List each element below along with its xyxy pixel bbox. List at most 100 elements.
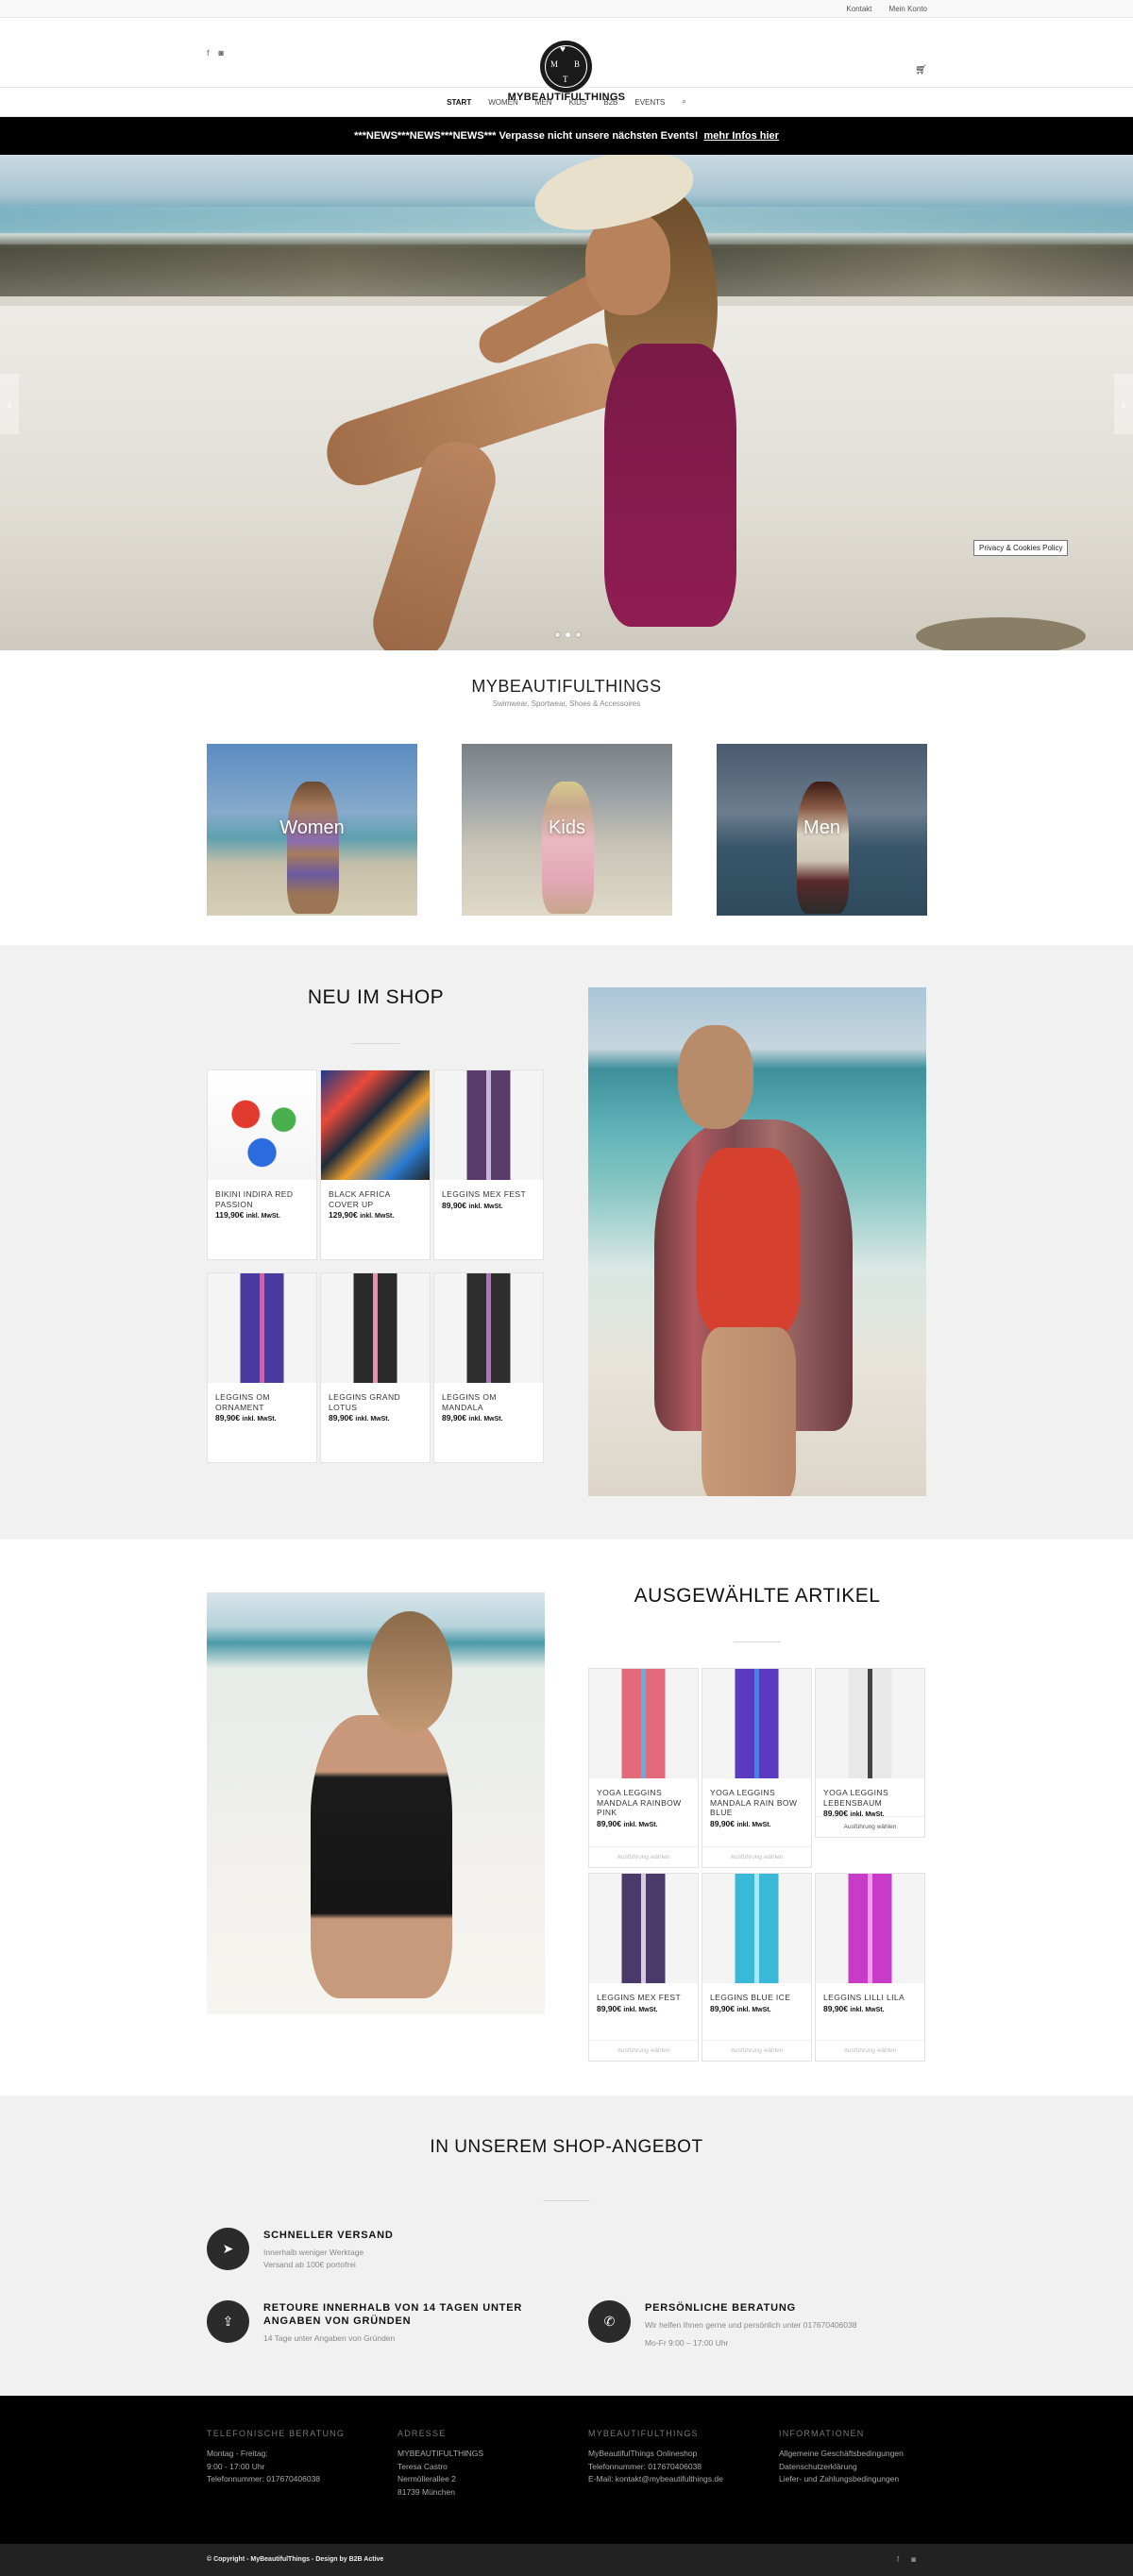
- footer-email-link[interactable]: E-Mail: kontakt@mybeautifulthings.de: [588, 2473, 723, 2486]
- brand-title: MYBEAUTIFULTHINGS: [471, 677, 662, 696]
- news-link[interactable]: mehr Infos hier: [703, 130, 778, 142]
- footer-line: 9:00 - 17:00 Uhr: [207, 2461, 265, 2471]
- footer-line: MYBEAUTIFULTHINGS: [397, 2449, 483, 2458]
- footer-link-agb[interactable]: Allgemeine Geschäftsbedingungen: [779, 2448, 904, 2461]
- kontakt-link[interactable]: Kontakt: [846, 5, 871, 13]
- product-image: [816, 1669, 924, 1778]
- select-option-button[interactable]: Ausführung wählen: [589, 2040, 698, 2061]
- category-kids[interactable]: Kids: [462, 744, 672, 916]
- product-card[interactable]: LEGGINS LILLI LILA 89,90€ inkl. MwSt. Au…: [815, 1873, 925, 2062]
- model-black-swimsuit: [311, 1715, 452, 1998]
- product-name: BIKINI INDIRA RED PASSION: [215, 1189, 294, 1209]
- facebook-icon[interactable]: f: [207, 48, 210, 58]
- hero-rock: [916, 617, 1086, 650]
- footer-line: Teresa Castro: [397, 2461, 448, 2471]
- select-option-button[interactable]: Ausführung wählen: [702, 2040, 811, 2061]
- product-card[interactable]: LEGGINS MEX FEST 89,90€ inkl. MwSt. Ausf…: [588, 1873, 699, 2062]
- product-name: LEGGINS BLUE ICE: [710, 1993, 791, 2002]
- footer-col-shop: MYBEAUTIFULTHINGS MyBeautifulThings Onli…: [588, 2429, 723, 2486]
- footer-heading: MYBEAUTIFULTHINGS: [588, 2429, 699, 2438]
- footer-line: 81739 München: [397, 2486, 455, 2497]
- mein-konto-link[interactable]: Mein Konto: [889, 5, 927, 13]
- product-name: LEGGINS MEX FEST: [442, 1189, 527, 1199]
- category-women[interactable]: Women: [207, 744, 417, 916]
- men-model-image: [797, 782, 849, 914]
- model-swimsuit: [697, 1148, 801, 1337]
- model-head: [367, 1611, 452, 1734]
- footer-line: Montag - Freitag:: [207, 2449, 268, 2458]
- instagram-icon[interactable]: ◙: [219, 48, 224, 58]
- product-card[interactable]: LEGGINS MEX FEST 89,90€ inkl. MwSt.: [433, 1069, 544, 1260]
- product-card[interactable]: LEGGINS BLUE ICE 89,90€ inkl. MwSt. Ausf…: [702, 1873, 812, 2062]
- product-price: 89,90€ inkl. MwSt.: [597, 2003, 658, 2013]
- product-card[interactable]: YOGA LEGGINS MANDALA RAIN BOW BLUE 89,90…: [702, 1668, 812, 1868]
- logo-text[interactable]: MYBEAUTIFULTHINGS: [0, 92, 1133, 103]
- upload-icon: ⇪: [207, 2300, 249, 2343]
- footer-link-datenschutz[interactable]: Datenschutzerklärung: [779, 2461, 904, 2474]
- privacy-button[interactable]: Privacy & Cookies Policy: [973, 540, 1069, 556]
- product-name: LEGGINS MEX FEST: [597, 1993, 682, 2002]
- select-option-button[interactable]: Ausführung wählen: [702, 1846, 811, 1867]
- product-image: [589, 1874, 698, 1983]
- product-name: BLACK AFRICA COVER UP: [329, 1189, 391, 1209]
- site-logo[interactable]: ♥ M B T: [540, 41, 592, 93]
- product-price: 89,90€ inkl. MwSt.: [710, 1818, 771, 1828]
- footer-col-beratung: TELEFONISCHE BERATUNG Montag - Freitag: …: [207, 2429, 345, 2486]
- product-image: [589, 1669, 698, 1778]
- product-card[interactable]: LEGGINS GRAND LOTUS 89,90€ inkl. MwSt.: [320, 1272, 431, 1463]
- section-divider: [352, 1043, 399, 1044]
- product-card[interactable]: YOGA LEGGINS LEBENSBAUM 89,90€ inkl. MwS…: [815, 1668, 925, 1838]
- slider-prev-button[interactable]: ‹: [0, 374, 19, 434]
- cart-icon[interactable]: 🛒︎: [915, 65, 927, 76]
- product-image: [434, 1273, 543, 1383]
- footer-link-lieferung[interactable]: Liefer- und Zahlungsbedingungen: [779, 2473, 904, 2486]
- kids-model-image: [542, 782, 594, 914]
- select-option-button[interactable]: Ausführung wählen: [816, 2040, 924, 2061]
- logo-letter-t: T: [563, 75, 568, 84]
- footer-socket: © Copyright - MyBeautifulThings - Design…: [0, 2544, 1133, 2576]
- product-price: 89,90€ inkl. MwSt.: [823, 2003, 885, 2013]
- feature-title: RETOURE INNERHALB VON 14 TAGEN UNTER ANG…: [263, 2302, 523, 2327]
- slider-dots: [554, 631, 582, 638]
- select-option-button[interactable]: Ausführung wählen: [816, 1816, 924, 1837]
- feature-text: Innerhalb weniger Werktage: [263, 2248, 364, 2257]
- feature-title: PERSÖNLICHE BERATUNG: [645, 2302, 797, 2314]
- product-card[interactable]: YOGA LEGGINS MANDALA RAINBOW PINK 89,90€…: [588, 1668, 699, 1868]
- women-model-image: [287, 782, 339, 914]
- category-men[interactable]: Men: [717, 744, 927, 916]
- feature-text: Versand ab 100€ portofrei: [263, 2260, 356, 2269]
- slider-next-button[interactable]: ›: [1114, 374, 1133, 434]
- facebook-icon[interactable]: f: [897, 2555, 899, 2564]
- product-price: 89,90€ inkl. MwSt.: [597, 1818, 658, 1828]
- hero-model-swimsuit: [604, 344, 736, 627]
- product-card[interactable]: BIKINI INDIRA RED PASSION 119,90€ inkl. …: [207, 1069, 317, 1260]
- product-price: 89,90€ inkl. MwSt.: [442, 1413, 503, 1423]
- copyright-text: © Copyright - MyBeautifulThings - Design…: [207, 2556, 384, 2563]
- product-price: 89,90€ inkl. MwSt.: [442, 1200, 503, 1210]
- product-name: LEGGINS OM ORNAMENT: [215, 1392, 270, 1412]
- neu-im-shop-section: [0, 945, 1133, 1540]
- logo-letter-m: M: [550, 59, 559, 69]
- ausgewaehlt-title: AUSGEWÄHLTE ARTIKEL: [634, 1585, 881, 1607]
- ausgewaehlt-feature-image: [207, 1592, 545, 2014]
- feature-text: Wir helfen Ihnen gerne und persönlich un…: [645, 2320, 857, 2330]
- category-label: Men: [803, 817, 840, 838]
- select-option-button[interactable]: Ausführung wählen: [589, 1846, 698, 1867]
- instagram-icon[interactable]: ◙: [911, 2555, 916, 2564]
- site-header: f ◙ ♥ M B T MYBEAUTIFULTHINGS 🛒︎: [0, 18, 1133, 103]
- top-bar: Kontakt Mein Konto: [0, 0, 1133, 18]
- slider-dot-3[interactable]: [575, 631, 582, 638]
- product-card[interactable]: LEGGINS OM ORNAMENT 89,90€ inkl. MwSt.: [207, 1272, 317, 1463]
- feature-retoure: ⇪ RETOURE INNERHALB VON 14 TAGEN UNTER A…: [207, 2300, 528, 2357]
- product-price: 89,90€ inkl. MwSt.: [329, 1413, 390, 1423]
- slider-dot-2[interactable]: [565, 631, 571, 638]
- product-price: 89,90€ inkl. MwSt.: [710, 2003, 771, 2013]
- slider-dot-1[interactable]: [554, 631, 561, 638]
- product-card[interactable]: BLACK AFRICA COVER UP 129,90€ inkl. MwSt…: [320, 1069, 431, 1260]
- product-name: LEGGINS GRAND LOTUS: [329, 1392, 401, 1412]
- product-image: [208, 1273, 316, 1383]
- product-name: YOGA LEGGINS MANDALA RAIN BOW BLUE: [710, 1788, 798, 1818]
- product-card[interactable]: LEGGINS OM MANDALA 89,90€ inkl. MwSt.: [433, 1272, 544, 1463]
- product-image: [816, 1874, 924, 1983]
- footer-heading: TELEFONISCHE BERATUNG: [207, 2429, 346, 2438]
